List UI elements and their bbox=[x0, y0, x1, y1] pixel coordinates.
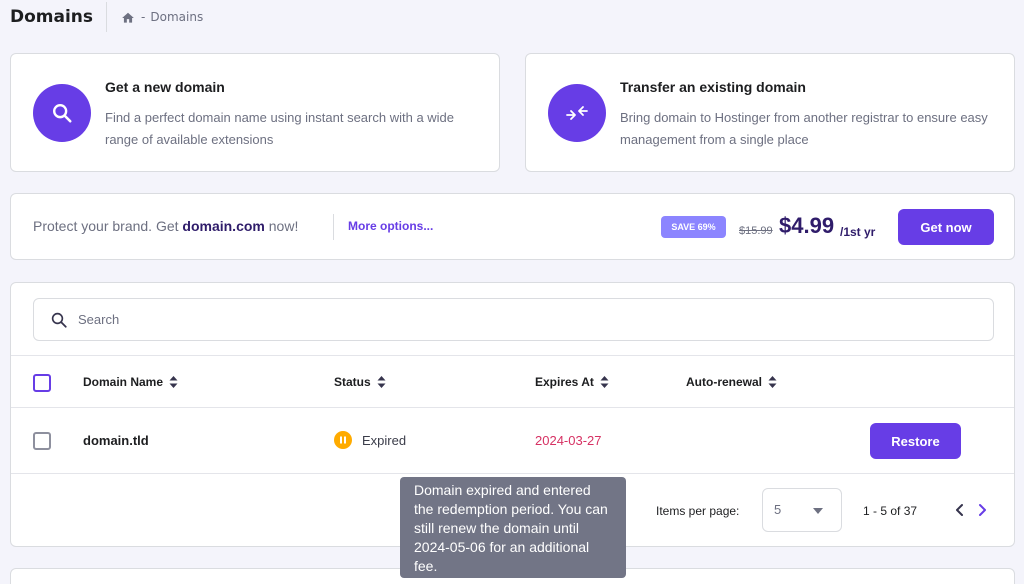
promo-divider bbox=[333, 214, 334, 240]
status-cell[interactable]: Expired bbox=[334, 431, 406, 449]
promo-text-before: Protect your brand. Get bbox=[33, 218, 182, 234]
chevron-right-icon[interactable] bbox=[976, 503, 988, 517]
sort-icon bbox=[377, 376, 386, 388]
items-per-page-select[interactable]: 5 bbox=[762, 488, 842, 532]
card-description: Bring domain to Hostinger from another r… bbox=[620, 107, 1000, 151]
card-title: Get a new domain bbox=[105, 79, 225, 95]
home-icon[interactable] bbox=[121, 10, 135, 24]
transfer-arrows-icon bbox=[548, 84, 606, 142]
more-options-link[interactable]: More options... bbox=[348, 219, 433, 233]
restore-button[interactable]: Restore bbox=[870, 423, 961, 459]
search-icon bbox=[50, 311, 68, 329]
promo-domain: domain.com bbox=[182, 218, 264, 234]
column-header-status[interactable]: Status bbox=[334, 375, 386, 389]
old-price: $15.99 bbox=[739, 225, 773, 237]
breadcrumb-separator: - bbox=[141, 10, 145, 24]
domain-promo-banner: Protect your brand. Get domain.com now! … bbox=[10, 193, 1015, 260]
select-all-checkbox[interactable] bbox=[33, 374, 51, 392]
column-header-label: Status bbox=[334, 375, 371, 389]
save-badge: SAVE 69% bbox=[661, 216, 726, 238]
search-box[interactable] bbox=[33, 298, 994, 341]
promo-text-after: now! bbox=[265, 218, 298, 234]
domain-name[interactable]: domain.tld bbox=[83, 433, 149, 448]
header-divider bbox=[106, 2, 107, 32]
status-tooltip: Domain expired and entered the redemptio… bbox=[400, 477, 626, 578]
column-header-label: Domain Name bbox=[83, 375, 163, 389]
divider bbox=[11, 407, 1014, 408]
card-description: Find a perfect domain name using instant… bbox=[105, 107, 485, 151]
search-icon bbox=[33, 84, 91, 142]
sort-icon bbox=[600, 376, 609, 388]
caret-down-icon bbox=[813, 508, 823, 514]
search-input[interactable] bbox=[78, 299, 978, 340]
expires-date: 2024-03-27 bbox=[535, 433, 602, 448]
get-now-button[interactable]: Get now bbox=[898, 209, 994, 245]
column-header-expires-at[interactable]: Expires At bbox=[535, 375, 609, 389]
pagination-range: 1 - 5 of 37 bbox=[863, 504, 917, 518]
breadcrumb: Domains bbox=[150, 10, 203, 24]
page-title: Domains bbox=[10, 7, 93, 27]
row-checkbox[interactable] bbox=[33, 432, 51, 450]
divider bbox=[11, 473, 1014, 474]
new-price: $4.99 bbox=[779, 213, 834, 239]
chevron-left-icon[interactable] bbox=[954, 503, 966, 517]
sort-icon bbox=[768, 376, 777, 388]
promo-text: Protect your brand. Get domain.com now! bbox=[33, 218, 298, 234]
transfer-domain-card[interactable]: Transfer an existing domain Bring domain… bbox=[525, 53, 1015, 172]
status-label: Expired bbox=[362, 433, 406, 448]
price-period: /1st yr bbox=[840, 225, 875, 239]
column-header-label: Auto-renewal bbox=[686, 375, 762, 389]
page-header: Domains - Domains bbox=[10, 0, 203, 34]
items-per-page-label: Items per page: bbox=[656, 504, 739, 518]
pause-icon bbox=[334, 431, 352, 449]
card-title: Transfer an existing domain bbox=[620, 79, 806, 95]
column-header-label: Expires At bbox=[535, 375, 594, 389]
items-per-page-value: 5 bbox=[774, 502, 781, 517]
sort-icon bbox=[169, 376, 178, 388]
divider bbox=[11, 355, 1014, 356]
column-header-domain-name[interactable]: Domain Name bbox=[83, 375, 178, 389]
column-header-auto-renewal[interactable]: Auto-renewal bbox=[686, 375, 777, 389]
get-new-domain-card[interactable]: Get a new domain Find a perfect domain n… bbox=[10, 53, 500, 172]
